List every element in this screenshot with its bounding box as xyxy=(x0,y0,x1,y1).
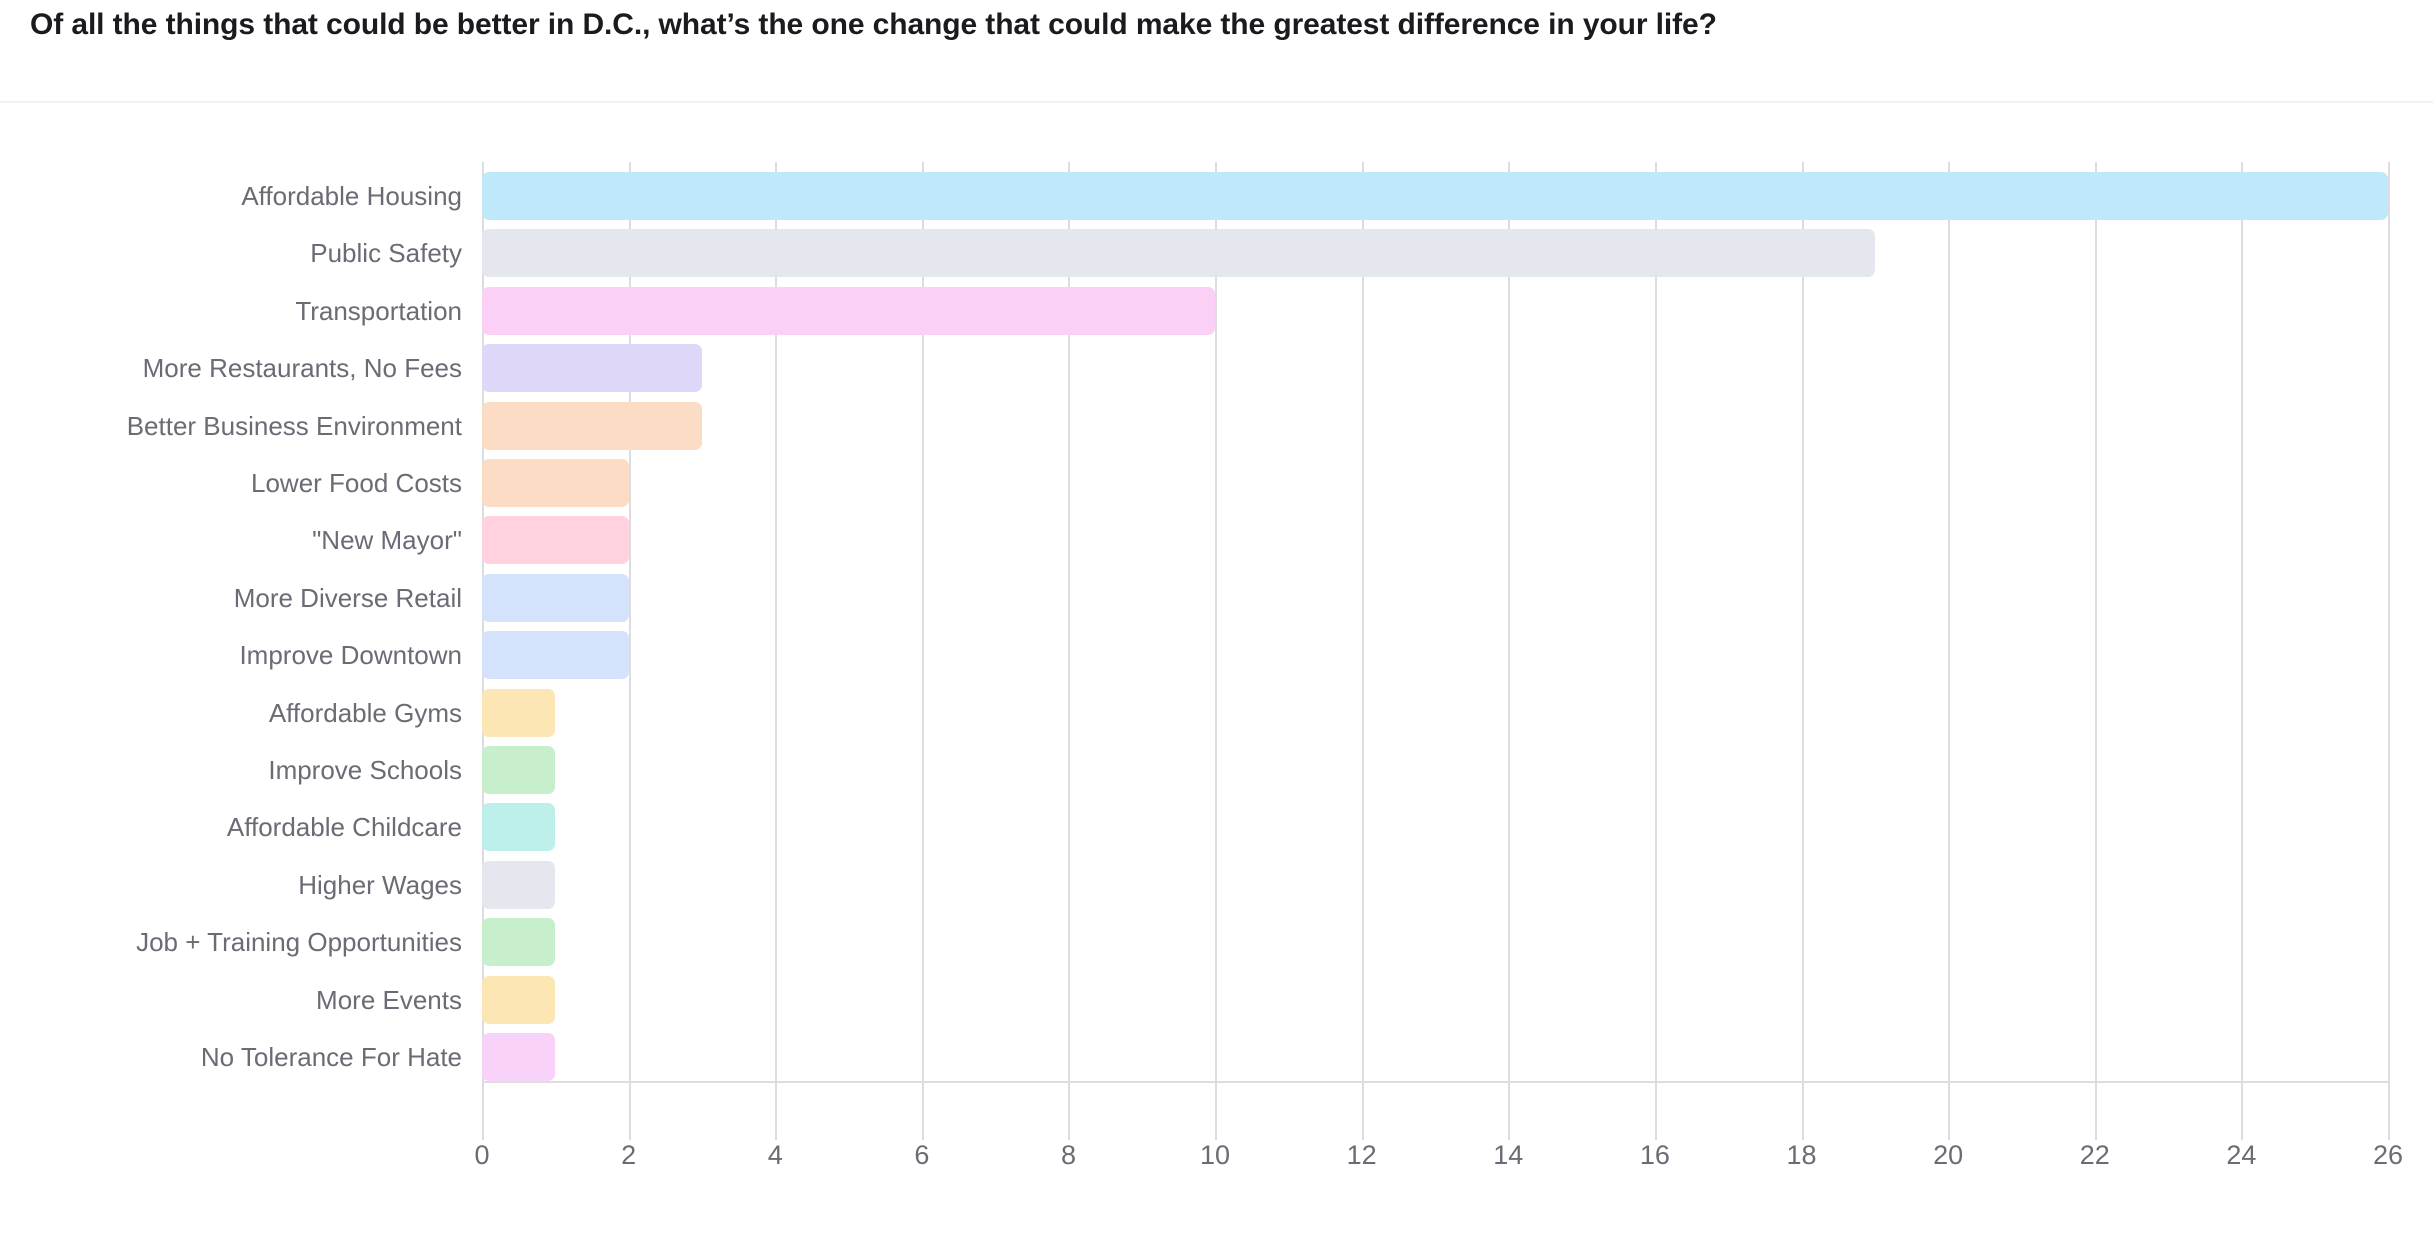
chart-header: Of all the things that could be better i… xyxy=(0,0,2433,103)
gridline xyxy=(2094,162,2097,1140)
gridline xyxy=(2388,162,2390,1140)
x-tick-label: 12 xyxy=(1346,1140,1377,1170)
category-label: Higher Wages xyxy=(298,869,462,900)
x-tick-label: 4 xyxy=(767,1140,783,1170)
bar-chart: Affordable Housing Public Safety Transport… xyxy=(0,103,2433,1239)
category-label: More Restaurants, No Fees xyxy=(142,353,462,384)
plot-area xyxy=(482,162,2390,1140)
gridline xyxy=(2241,162,2244,1140)
category-label: Improve Schools xyxy=(268,755,462,785)
x-tick-label: 0 xyxy=(474,1140,490,1170)
x-tick-label: 10 xyxy=(1200,1140,1231,1170)
category-label: Public Safety xyxy=(310,238,462,269)
category-label: Transportation xyxy=(295,295,462,326)
category-label: Better Business Environment xyxy=(126,410,462,441)
x-tick-label: 16 xyxy=(1639,1140,1670,1170)
x-tick-label: 22 xyxy=(2079,1140,2110,1170)
bar[interactable] xyxy=(482,344,702,393)
x-tick-label: 26 xyxy=(2372,1140,2404,1170)
bar[interactable] xyxy=(482,229,1875,278)
gridline xyxy=(1654,162,1657,1140)
x-tick-label: 20 xyxy=(1933,1140,1964,1170)
gridline xyxy=(1215,162,1218,1140)
bar[interactable] xyxy=(482,1033,556,1081)
category-label: Improve Downtown xyxy=(239,640,462,671)
category-label: Affordable Gyms xyxy=(268,697,462,728)
bar[interactable] xyxy=(482,516,629,565)
x-tick-label: 18 xyxy=(1786,1140,1817,1170)
category-label: Lower Food Costs xyxy=(251,468,462,498)
bar[interactable] xyxy=(482,688,556,737)
x-tick-label: 2 xyxy=(621,1140,637,1170)
x-tick-label: 8 xyxy=(1060,1140,1076,1170)
bar[interactable] xyxy=(482,401,702,450)
gridline xyxy=(1801,162,1804,1140)
bar[interactable] xyxy=(482,172,2388,220)
x-tick-label: 24 xyxy=(2226,1140,2257,1170)
bar[interactable] xyxy=(482,918,556,967)
x-tick-label: 6 xyxy=(914,1140,930,1170)
gridline xyxy=(1508,162,1511,1140)
bar[interactable] xyxy=(482,286,1216,335)
category-label: No Tolerance For Hate xyxy=(200,1042,462,1072)
category-label: Affordable Housing xyxy=(241,181,462,211)
category-label: Job + Training Opportunities xyxy=(136,927,462,958)
bar[interactable] xyxy=(482,803,556,852)
gridline xyxy=(1361,162,1364,1140)
bar[interactable] xyxy=(482,459,629,507)
bar[interactable] xyxy=(482,860,556,909)
category-label: Affordable Childcare xyxy=(226,812,462,843)
bar[interactable] xyxy=(482,573,629,622)
x-tick-label: 14 xyxy=(1493,1140,1524,1170)
category-label: More Events xyxy=(316,984,462,1015)
category-label: More Diverse Retail xyxy=(233,582,462,613)
x-axis-line xyxy=(482,1081,2388,1083)
page-title: Of all the things that could be better i… xyxy=(30,8,1717,41)
chart-page: Of all the things that could be better i… xyxy=(0,0,2433,1239)
category-label: "New Mayor" xyxy=(312,525,462,556)
bar[interactable] xyxy=(482,746,556,794)
bar[interactable] xyxy=(482,975,556,1024)
category-axis-labels: Affordable Housing Public Safety Transport… xyxy=(0,162,462,1081)
x-axis-tick-labels: 0 2 4 6 8 10 12 14 16 18 20 22 24 26 xyxy=(474,1140,2403,1200)
gridline xyxy=(1948,162,1951,1140)
bar[interactable] xyxy=(482,631,629,680)
